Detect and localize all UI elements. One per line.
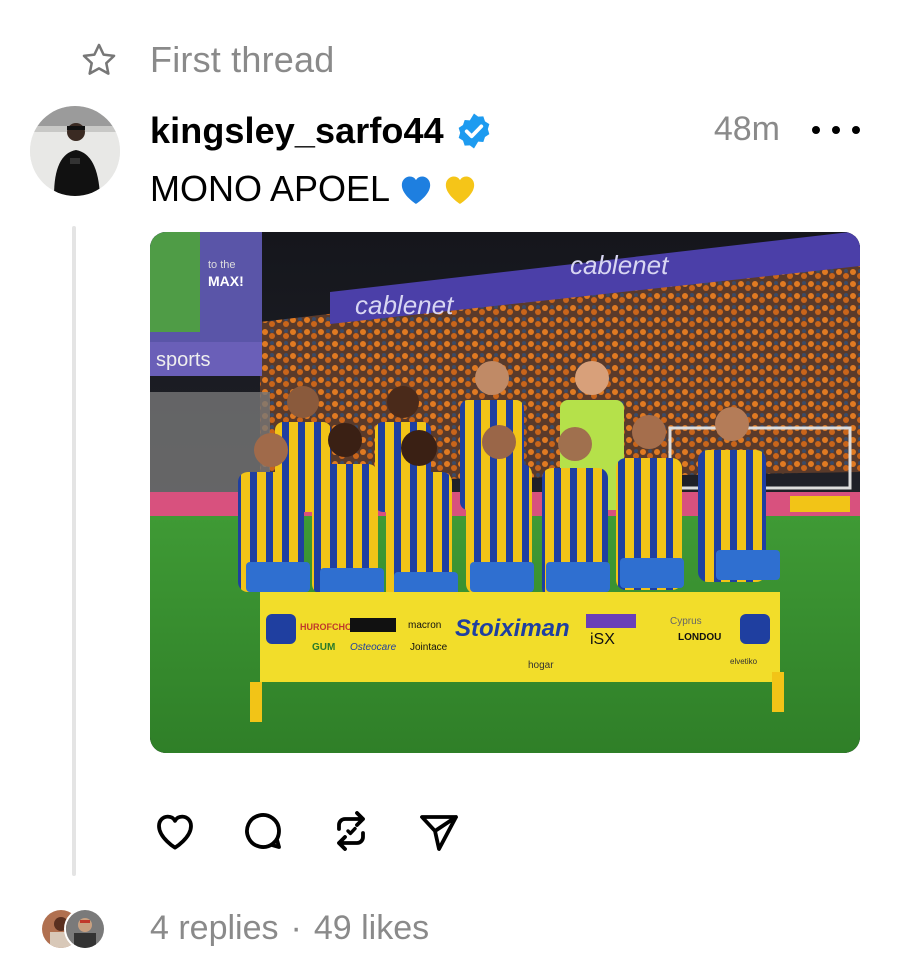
share-button[interactable]	[414, 808, 464, 858]
repost-icon	[327, 807, 375, 860]
side-board-bottom: MAX!	[208, 273, 244, 289]
post-body: MONO APOEL	[150, 168, 391, 209]
avatar[interactable]	[30, 106, 120, 196]
username-row: kingsley_sarfo44	[150, 106, 494, 156]
more-dot	[832, 126, 840, 134]
blue-heart-icon	[396, 169, 436, 209]
post-actions	[150, 808, 502, 858]
svg-text:LONDOU: LONDOU	[678, 632, 721, 643]
send-icon	[415, 807, 463, 860]
reply-button[interactable]	[238, 808, 288, 858]
post-image[interactable]: cablenet cablenet to the MAX! sports HUR…	[150, 232, 860, 753]
repost-button[interactable]	[326, 808, 376, 858]
star-icon[interactable]	[80, 41, 118, 79]
more-options-button[interactable]	[812, 112, 860, 148]
svg-text:elvetiko: elvetiko	[730, 657, 758, 666]
svg-text:Stoiximan: Stoiximan	[455, 615, 570, 642]
post-footer: 4 replies · 49 likes	[40, 902, 429, 954]
likes-count[interactable]: 49 likes	[314, 909, 429, 947]
svg-text:iSX: iSX	[590, 631, 615, 648]
svg-text:GUM: GUM	[312, 642, 335, 653]
side-board-brand: sports	[156, 349, 210, 371]
banner-text-right: cablenet	[570, 250, 670, 280]
thread-title: First thread	[150, 39, 335, 80]
footer-separator: ·	[290, 908, 302, 947]
thread-line	[72, 226, 76, 876]
svg-text:Jointace: Jointace	[410, 642, 448, 653]
more-dot	[852, 126, 860, 134]
heart-icon	[151, 807, 199, 860]
reply-avatars[interactable]	[40, 906, 110, 950]
side-board-top: to the	[208, 259, 236, 271]
footer-stats: 4 replies · 49 likes	[150, 909, 429, 948]
banner-text-left: cablenet	[355, 290, 455, 320]
verified-badge-icon	[454, 111, 494, 151]
replier-avatar	[64, 908, 106, 950]
replies-count[interactable]: 4 replies	[150, 909, 279, 947]
username[interactable]: kingsley_sarfo44	[150, 110, 444, 152]
more-dot	[812, 126, 820, 134]
thread-header: First thread	[80, 38, 334, 82]
comment-icon	[239, 807, 287, 860]
svg-text:macron: macron	[408, 620, 441, 631]
yellow-heart-icon	[440, 169, 480, 209]
svg-text:Osteocare: Osteocare	[350, 642, 397, 653]
svg-text:HUROFCHO: HUROFCHO	[300, 622, 352, 632]
post-text: MONO APOEL	[150, 168, 480, 210]
like-button[interactable]	[150, 808, 200, 858]
svg-text:Cyprus: Cyprus	[670, 616, 702, 627]
timestamp: 48m	[713, 110, 780, 148]
svg-text:hogar: hogar	[528, 660, 554, 671]
